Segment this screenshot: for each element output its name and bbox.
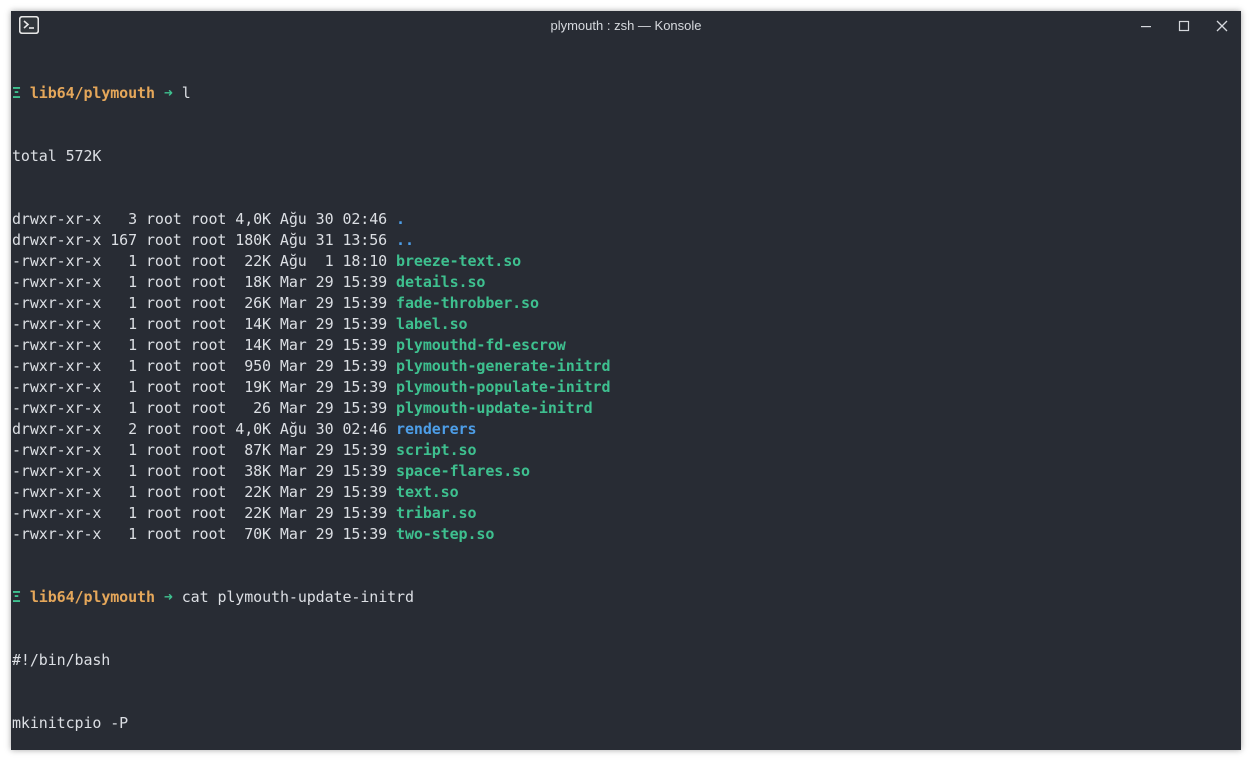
ls-entry-meta: -rwxr-xr-x 1 root root 70K Mar 29 15:39 (12, 525, 397, 543)
terminal-output[interactable]: Ξ lib64/plymouth ➜ l total 572K drwxr-xr… (12, 41, 1240, 741)
ls-entry-meta: -rwxr-xr-x 1 root root 87K Mar 29 15:39 (12, 441, 397, 459)
ls-entry-row: -rwxr-xr-x 1 root root 22K Mar 29 15:39 … (12, 503, 1240, 524)
file-name: tribar.so (396, 504, 477, 522)
output-line: mkinitcpio -P (12, 714, 129, 732)
file-name: text.so (396, 483, 459, 501)
file-name: two-step.so (396, 525, 495, 543)
file-name: space-flares.so (396, 462, 530, 480)
directory-name: . (396, 210, 405, 228)
ls-entry-row: -rwxr-xr-x 1 root root 70K Mar 29 15:39 … (12, 524, 1240, 545)
title-bar[interactable]: plymouth : zsh — Konsole (11, 11, 1241, 41)
ls-total: total 572K (12, 147, 102, 165)
ls-entry-row: -rwxr-xr-x 1 root root 14K Mar 29 15:39 … (12, 335, 1240, 356)
prompt-symbol: Ξ (12, 84, 21, 102)
ls-entry-row: -rwxr-xr-x 1 root root 18K Mar 29 15:39 … (12, 272, 1240, 293)
ls-entry-row: -rwxr-xr-x 1 root root 26K Mar 29 15:39 … (12, 293, 1240, 314)
ls-entry-meta: drwxr-xr-x 2 root root 4,0K Ağu 30 02:46 (12, 420, 397, 438)
ls-entry-row: drwxr-xr-x 167 root root 180K Ağu 31 13:… (12, 230, 1240, 251)
ls-entry-meta: -rwxr-xr-x 1 root root 950 Mar 29 15:39 (12, 357, 397, 375)
ls-entry-meta: -rwxr-xr-x 1 root root 19K Mar 29 15:39 (12, 378, 397, 396)
ls-entry-row: -rwxr-xr-x 1 root root 950 Mar 29 15:39 … (12, 356, 1240, 377)
ls-entry-meta: -rwxr-xr-x 1 root root 14K Mar 29 15:39 (12, 315, 397, 333)
file-name: plymouth-generate-initrd (396, 357, 611, 375)
file-name: details.so (396, 273, 486, 291)
maximize-icon[interactable] (1176, 18, 1192, 34)
prompt-arrow-icon: ➜ (163, 588, 173, 606)
ls-entry-meta: -rwxr-xr-x 1 root root 14K Mar 29 15:39 (12, 336, 397, 354)
konsole-window: plymouth : zsh — Konsole Ξ lib64/plymout… (11, 11, 1241, 750)
output-line: #!/bin/bash (12, 651, 111, 669)
command-text: cat plymouth-update-initrd (181, 588, 414, 606)
ls-entry-meta: -rwxr-xr-x 1 root root 22K Mar 29 15:39 (12, 483, 397, 501)
ls-entry-row: -rwxr-xr-x 1 root root 38K Mar 29 15:39 … (12, 461, 1240, 482)
close-icon[interactable] (1214, 18, 1230, 34)
file-name: plymouth-update-initrd (396, 399, 593, 417)
ls-entry-meta: -rwxr-xr-x 1 root root 26 Mar 29 15:39 (12, 399, 397, 417)
ls-entry-meta: drwxr-xr-x 3 root root 4,0K Ağu 30 02:46 (12, 210, 397, 228)
window-title: plymouth : zsh — Konsole (550, 18, 702, 33)
ls-entry-meta: -rwxr-xr-x 1 root root 38K Mar 29 15:39 (12, 462, 397, 480)
ls-entry-row: -rwxr-xr-x 1 root root 87K Mar 29 15:39 … (12, 440, 1240, 461)
ls-entry-row: -rwxr-xr-x 1 root root 14K Mar 29 15:39 … (12, 314, 1240, 335)
file-name: breeze-text.so (396, 252, 522, 270)
minimize-icon[interactable] (1138, 18, 1154, 34)
file-name: fade-throbber.so (396, 294, 539, 312)
ls-entry-row: -rwxr-xr-x 1 root root 26 Mar 29 15:39 p… (12, 398, 1240, 419)
file-name: label.so (396, 315, 468, 333)
ls-entry-row: drwxr-xr-x 3 root root 4,0K Ağu 30 02:46… (12, 209, 1240, 230)
ls-entry-row: drwxr-xr-x 2 root root 4,0K Ağu 30 02:46… (12, 419, 1240, 440)
ls-entry-row: -rwxr-xr-x 1 root root 22K Mar 29 15:39 … (12, 482, 1240, 503)
file-name: script.so (396, 441, 477, 459)
ls-listing: drwxr-xr-x 3 root root 4,0K Ağu 30 02:46… (12, 209, 1240, 545)
directory-name: renderers (396, 420, 477, 438)
prompt-directory: lib64/plymouth (29, 84, 155, 102)
file-name: plymouth-populate-initrd (396, 378, 611, 396)
command-text: l (181, 84, 191, 102)
directory-name: .. (396, 231, 414, 249)
ls-entry-meta: drwxr-xr-x 167 root root 180K Ağu 31 13:… (12, 231, 397, 249)
ls-entry-row: -rwxr-xr-x 1 root root 22K Ağu 1 18:10 b… (12, 251, 1240, 272)
prompt-line: Ξ lib64/plymouth ➜ cat plymouth-update-i… (12, 587, 1240, 608)
prompt-directory: lib64/plymouth (29, 588, 155, 606)
file-name: plymouthd-fd-escrow (396, 336, 566, 354)
ls-entry-meta: -rwxr-xr-x 1 root root 22K Ağu 1 18:10 (12, 252, 397, 270)
prompt-arrow-icon: ➜ (163, 84, 173, 102)
ls-entry-meta: -rwxr-xr-x 1 root root 22K Mar 29 15:39 (12, 504, 397, 522)
ls-entry-meta: -rwxr-xr-x 1 root root 26K Mar 29 15:39 (12, 294, 397, 312)
ls-entry-meta: -rwxr-xr-x 1 root root 18K Mar 29 15:39 (12, 273, 397, 291)
prompt-line: Ξ lib64/plymouth ➜ l (12, 83, 1240, 104)
prompt-symbol: Ξ (12, 588, 21, 606)
ls-entry-row: -rwxr-xr-x 1 root root 19K Mar 29 15:39 … (12, 377, 1240, 398)
